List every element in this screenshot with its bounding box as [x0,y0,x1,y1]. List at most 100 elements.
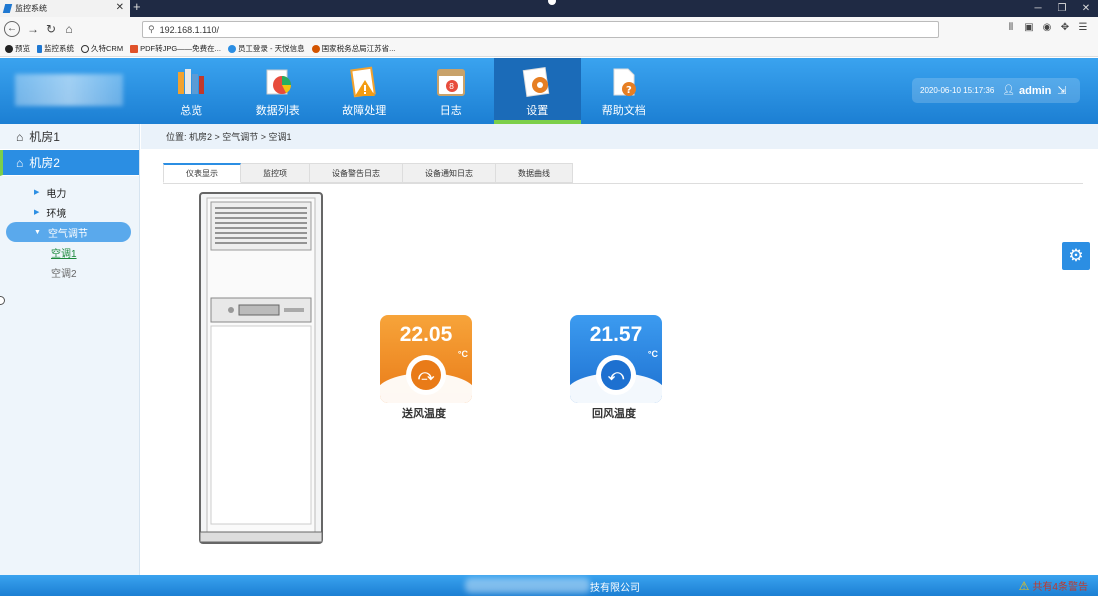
settings-gear-button[interactable]: ⚙ [1062,242,1090,270]
camera-dot-icon [548,0,556,5]
library-icon[interactable]: ⫴ [1002,22,1020,33]
site-favicon-icon [37,44,42,53]
username: admin [1019,84,1052,97]
home-icon: ⌂ [16,129,24,144]
warning-doc-icon [350,66,377,98]
menu-label: 总览 [180,105,203,117]
bookmark-item[interactable]: 员工登录 - 天悦信息 [227,43,305,54]
menu-label: 设置 [526,105,549,117]
airflow-out-icon: ⤼ [406,355,446,395]
minimize-icon[interactable]: ─ [1026,3,1050,14]
site-favicon-icon [2,4,13,13]
menu-item-fault-handling[interactable]: 故障处理 [321,58,408,124]
menu-item-settings[interactable]: 设置 [494,58,581,124]
breadcrumb: 位置: 机房2 > 空气调节 > 空调1 [141,124,1098,149]
bookmark-item[interactable]: 监控系统 [37,43,74,54]
main-menu: 总览 数据列表 故障处理 8 日志 设置 ? 帮助文档 [148,58,667,124]
browser-toolbar-icons: ⫴ ▣ ◉ ✥ ☰ [1002,22,1092,33]
sidebar-item-label: 机房1 [29,130,60,144]
help-doc-icon: ? [613,68,636,96]
browser-tab[interactable]: 监控系统 ✕ [0,0,130,17]
sidebar-item-power[interactable]: ▶ 电力 [0,182,139,202]
account-icon[interactable]: ◉ [1038,22,1056,33]
company-name-redacted [465,578,590,593]
sidebar-item-label: 空调1 [51,248,77,260]
sidebar-item-room1[interactable]: ⌂ 机房1 [0,124,139,150]
menu-item-data-list[interactable]: 数据列表 [235,58,322,124]
sidebar-item-label: 环境 [46,208,67,220]
datetime-text: 2020-06-10 15:17:36 [920,86,995,95]
close-window-icon[interactable]: ✕ [1074,3,1098,14]
gauge-value: 22.05 [399,323,453,346]
sidebar-item-ac2[interactable]: 空调2 [0,262,139,282]
menu-label: 帮助文档 [601,105,646,117]
user-icon: 👤︎ [1002,85,1015,96]
svg-text:?: ? [626,85,632,96]
logout-icon[interactable]: ⇲ [1057,84,1066,97]
caret-right-icon: ▶ [34,189,40,196]
menu-label: 数据列表 [255,105,300,117]
bookmark-item[interactable]: PDF转JPG——免费在... [130,43,221,54]
menu-item-log[interactable]: 8 日志 [408,58,495,124]
new-tab-icon[interactable]: + [133,0,141,14]
alert-summary[interactable]: ⚠ 共有4条警告 [1018,578,1088,594]
tab-monitor-items[interactable]: 监控项 [241,163,310,183]
tab-gauge-display[interactable]: 仪表显示 [163,163,241,183]
gauge-value: 21.57 [589,323,643,346]
address-bar[interactable]: ⚲ 192.168.1.110/ [142,21,939,38]
preview-icon [5,44,13,53]
forward-icon[interactable]: → [24,22,42,36]
menu-label: 故障处理 [342,105,387,117]
globe-icon [81,44,89,53]
sidebar-item-label: 空气调节 [47,228,88,240]
sidebar-item-room2[interactable]: ⌂ 机房2 [0,150,139,176]
content-tabs: 仪表显示 监控项 设备警告日志 设备通知日志 数据曲线 [163,163,573,183]
supply-temperature-gauge: 22.05 °C ⤼ [380,315,472,403]
menu-icon[interactable]: ☰ [1074,22,1092,33]
alert-text: 共有4条警告 [1032,582,1088,593]
bookmark-item[interactable]: 预览 [5,43,30,54]
reload-icon[interactable]: ↻ [42,22,60,36]
pdf-icon [130,44,139,53]
books-icon [178,69,205,94]
warning-icon: ⚠ [1018,578,1030,593]
extensions-icon[interactable]: ✥ [1056,22,1074,33]
bookmark-item[interactable]: 国家税务总局江苏省... [311,43,395,54]
back-icon[interactable]: ← [4,21,20,37]
sidebar-toggle-icon[interactable]: ▣ [1020,22,1038,33]
bookmark-item[interactable]: 久特CRM [81,43,123,54]
tab-warning-log[interactable]: 设备警告日志 [310,163,403,183]
user-info-box: 2020-06-10 15:17:36 👤︎ admin ⇲ [912,78,1080,103]
restore-icon[interactable]: ❐ [1050,3,1074,14]
svg-text:8: 8 [449,82,454,91]
home-icon: ⌂ [16,155,24,170]
air-conditioner-illustration [199,192,323,544]
sidebar-item-label: 机房2 [29,156,60,170]
shield-icon [227,44,236,53]
search-icon: ⚲ [148,24,155,34]
company-name: 技有限公司 [590,583,640,594]
url-text: 192.168.1.110/ [159,24,219,35]
browser-tab-bar: 监控系统 ✕ + ─ ❐ ✕ [0,0,1098,17]
breadcrumb-text: 位置: 机房2 > 空气调节 > 空调1 [166,132,292,142]
sidebar-item-label: 空调2 [51,268,77,280]
gauge-unit: °C [457,349,468,359]
browser-tab-title: 监控系统 [15,4,47,13]
tab-data-curve[interactable]: 数据曲线 [496,163,573,183]
tab-notification-log[interactable]: 设备通知日志 [403,163,496,183]
gauge-unit: °C [647,349,658,359]
menu-item-overview[interactable]: 总览 [148,58,235,124]
airflow-return-icon: ⤺ [596,355,636,395]
home-icon[interactable]: ⌂ [60,22,78,36]
sidebar-item-environment[interactable]: ▶ 环境 [0,202,139,222]
calendar-icon: 8 [436,69,465,96]
gear-icon: ⚙ [1068,246,1084,265]
menu-item-help-docs[interactable]: ? 帮助文档 [581,58,668,124]
sidebar-item-ac1[interactable]: 空调1 [0,242,139,262]
close-tab-icon[interactable]: ✕ [116,2,124,13]
caret-down-icon: ▼ [34,228,41,236]
sidebar-item-air-conditioning[interactable]: ▼ 空气调节 [6,222,131,242]
tax-emblem-icon [311,44,320,53]
app-header: 总览 数据列表 故障处理 8 日志 设置 ? 帮助文档 2020-06-10 1… [0,58,1098,124]
chart-icon [266,69,291,95]
